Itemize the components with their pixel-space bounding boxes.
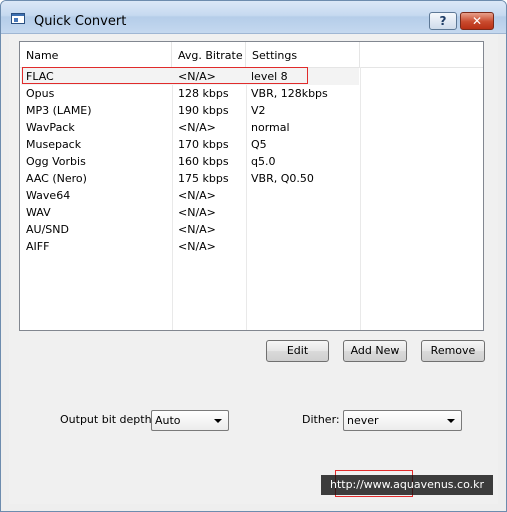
- preset-settings: V2: [251, 104, 266, 117]
- preset-name: Wave64: [26, 189, 71, 202]
- title-bar[interactable]: Quick Convert ? ✕: [1, 1, 506, 34]
- help-button[interactable]: ?: [429, 12, 457, 30]
- list-header: Name Avg. Bitrate Settings: [20, 42, 483, 68]
- preset-settings: Q5: [251, 138, 267, 151]
- column-header-bitrate[interactable]: Avg. Bitrate: [172, 42, 246, 67]
- bit-depth-select[interactable]: Auto: [151, 410, 229, 431]
- column-header-settings[interactable]: Settings: [246, 42, 360, 67]
- remove-button[interactable]: Remove: [421, 340, 485, 362]
- preset-bitrate: 175 kbps: [178, 172, 229, 185]
- list-item[interactable]: AU/SND <N/A>: [21, 221, 359, 238]
- list-item[interactable]: MP3 (LAME) 190 kbps V2: [21, 102, 359, 119]
- preset-bitrate: <N/A>: [178, 223, 216, 236]
- preset-settings: VBR, Q0.50: [251, 172, 314, 185]
- preset-bitrate: 170 kbps: [178, 138, 229, 151]
- list-item[interactable]: Opus 128 kbps VBR, 128kbps: [21, 85, 359, 102]
- dither-select[interactable]: never: [343, 410, 462, 431]
- quick-convert-window: Quick Convert ? ✕ Name Avg. Bitrate Sett…: [0, 0, 507, 512]
- selection-highlight: [22, 67, 308, 84]
- preset-bitrate: 128 kbps: [178, 87, 229, 100]
- column-header-name[interactable]: Name: [20, 42, 172, 67]
- dialog-content: Name Avg. Bitrate Settings FLAC <N/A> le…: [9, 34, 498, 504]
- preset-name: Ogg Vorbis: [26, 155, 86, 168]
- preset-bitrate: 190 kbps: [178, 104, 229, 117]
- close-button[interactable]: ✕: [460, 12, 494, 30]
- list-item[interactable]: AAC (Nero) 175 kbps VBR, Q0.50: [21, 170, 359, 187]
- preset-name: AU/SND: [26, 223, 69, 236]
- preset-bitrate: <N/A>: [178, 206, 216, 219]
- preset-name: WAV: [26, 206, 51, 219]
- list-item[interactable]: Musepack 170 kbps Q5: [21, 136, 359, 153]
- list-item[interactable]: AIFF <N/A>: [21, 238, 359, 255]
- preset-bitrate: <N/A>: [178, 189, 216, 202]
- preset-name: AIFF: [26, 240, 50, 253]
- list-item[interactable]: Wave64 <N/A>: [21, 187, 359, 204]
- dither-value: never: [347, 414, 379, 427]
- preset-bitrate: <N/A>: [178, 121, 216, 134]
- preset-name: WavPack: [26, 121, 75, 134]
- dither-label: Dither:: [302, 413, 340, 426]
- preset-name: Opus: [26, 87, 55, 100]
- preset-bitrate: 160 kbps: [178, 155, 229, 168]
- chevron-down-icon: [447, 419, 455, 423]
- preset-bitrate: <N/A>: [178, 240, 216, 253]
- preset-name: MP3 (LAME): [26, 104, 92, 117]
- preset-list[interactable]: Name Avg. Bitrate Settings FLAC <N/A> le…: [19, 41, 484, 331]
- chevron-down-icon: [214, 419, 222, 423]
- watermark: http://www.aquavenus.co.kr: [321, 475, 493, 495]
- edit-button[interactable]: Edit: [266, 340, 329, 362]
- list-item[interactable]: Ogg Vorbis 160 kbps q5.0: [21, 153, 359, 170]
- list-item[interactable]: WAV <N/A>: [21, 204, 359, 221]
- preset-settings: VBR, 128kbps: [251, 87, 328, 100]
- preset-settings: q5.0: [251, 155, 276, 168]
- list-item[interactable]: WavPack <N/A> normal: [21, 119, 359, 136]
- column-divider: [360, 67, 361, 330]
- window-icon: [11, 13, 25, 24]
- add-new-button[interactable]: Add New: [343, 340, 407, 362]
- preset-name: Musepack: [26, 138, 82, 151]
- bit-depth-label: Output bit depth:: [60, 413, 156, 426]
- preset-name: AAC (Nero): [26, 172, 87, 185]
- preset-settings: normal: [251, 121, 290, 134]
- window-title: Quick Convert: [34, 14, 127, 29]
- bit-depth-value: Auto: [155, 414, 181, 427]
